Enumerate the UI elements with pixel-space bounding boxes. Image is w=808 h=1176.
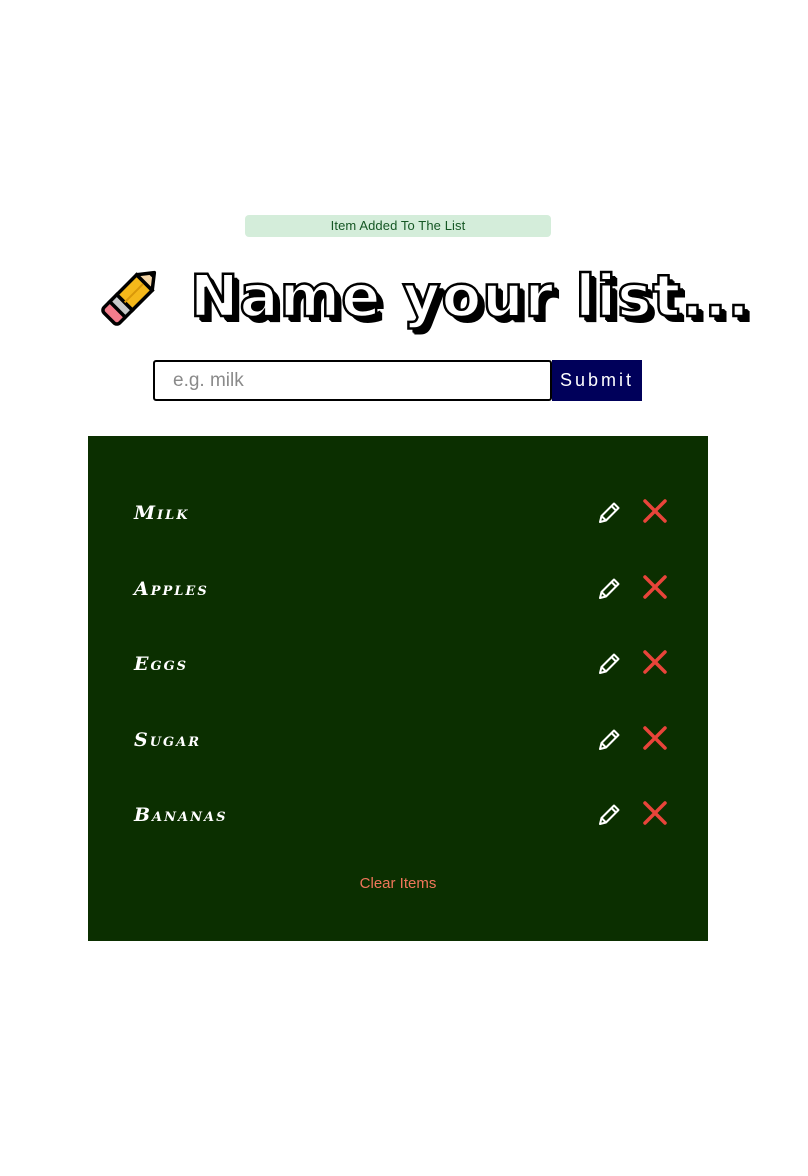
pencil-icon: [101, 270, 157, 326]
item-name: Apples: [134, 578, 209, 600]
clear-items-button[interactable]: Clear Items: [88, 874, 708, 893]
close-icon: [643, 726, 667, 750]
delete-button[interactable]: [640, 572, 670, 602]
list-item: Bananas: [88, 796, 708, 836]
edit-button[interactable]: [594, 649, 624, 679]
page: Item Added To The List Name your list...…: [0, 0, 808, 1176]
list-item: Eggs: [88, 645, 708, 685]
list-item: Milk: [88, 494, 708, 534]
add-item-form: Submit: [153, 360, 642, 401]
item-name: Bananas: [134, 804, 228, 826]
close-icon: [643, 575, 667, 599]
edit-pencil-icon: [599, 729, 620, 750]
close-icon: [643, 801, 667, 825]
edit-button[interactable]: [594, 498, 624, 528]
edit-button[interactable]: [594, 725, 624, 755]
delete-button[interactable]: [640, 723, 670, 753]
edit-button[interactable]: [594, 800, 624, 830]
item-input[interactable]: [153, 360, 552, 401]
edit-button[interactable]: [594, 574, 624, 604]
grocery-list: Milk Apples Eggs Sugar Bananas Clear Ite…: [88, 436, 708, 941]
delete-button[interactable]: [640, 496, 670, 526]
close-icon: [643, 650, 667, 674]
list-title-row: Name your list...: [96, 258, 751, 334]
edit-pencil-icon: [599, 653, 620, 674]
delete-button[interactable]: [640, 798, 670, 828]
item-name: Eggs: [134, 653, 189, 675]
submit-button[interactable]: Submit: [552, 360, 642, 401]
item-name: Sugar: [134, 729, 202, 751]
edit-pencil-icon: [599, 804, 620, 825]
list-title[interactable]: Name your list...: [189, 258, 751, 334]
edit-pencil-icon: [599, 578, 620, 599]
list-item: Sugar: [88, 721, 708, 761]
edit-pencil-icon: [599, 502, 620, 523]
item-name: Milk: [134, 502, 190, 524]
alert-banner: Item Added To The List: [245, 215, 551, 237]
delete-button[interactable]: [640, 647, 670, 677]
close-icon: [643, 499, 667, 523]
list-item: Apples: [88, 570, 708, 610]
